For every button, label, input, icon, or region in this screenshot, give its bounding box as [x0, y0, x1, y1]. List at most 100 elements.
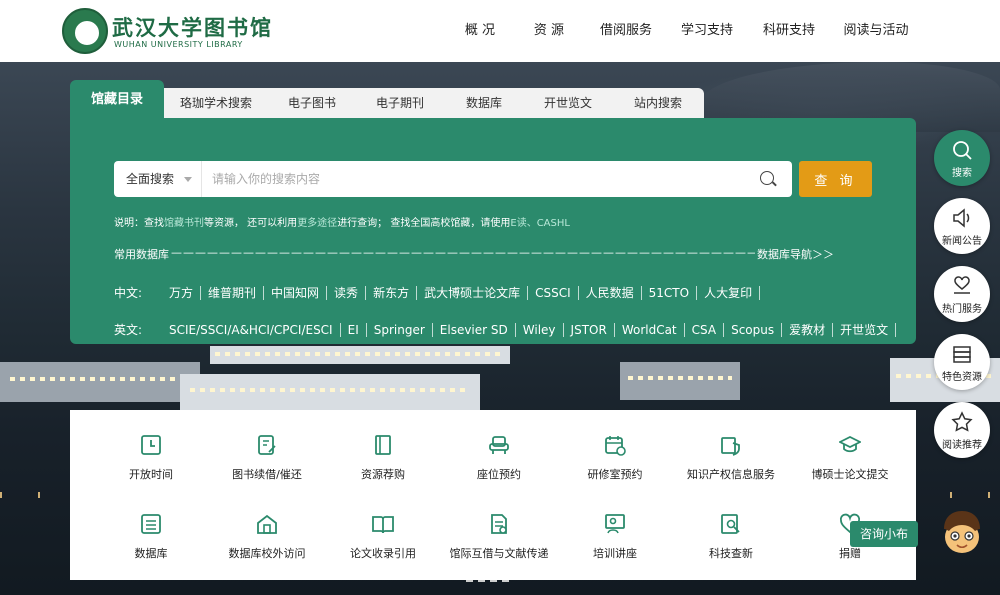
book-icon — [375, 435, 391, 455]
search-icon — [953, 141, 972, 160]
service-label: 知识产权信息服务 — [687, 468, 775, 481]
db-link-wos[interactable]: SCIE/SSCI/A&HCI/CPCI/ESCI — [162, 322, 341, 337]
service-label: 研修室预约 — [587, 468, 643, 481]
tab-ebooks[interactable]: 电子图书 — [268, 88, 356, 118]
db-link-csa[interactable]: CSA — [685, 322, 725, 337]
service-study-room-booking[interactable]: 研修室预约 — [555, 434, 675, 482]
open-book-icon — [372, 516, 394, 534]
nav-resources[interactable]: 资 源 — [512, 0, 586, 62]
carousel-indicators — [466, 580, 514, 582]
search-document-icon — [721, 514, 740, 534]
tab-databases[interactable]: 数据库 — [444, 88, 524, 118]
nav-research-support[interactable]: 科研支持 — [748, 0, 830, 62]
service-label: 数据库 — [134, 547, 168, 560]
building-windows — [10, 377, 190, 381]
search-input[interactable] — [212, 167, 742, 191]
tab-luojia-search[interactable]: 珞珈学术搜索 — [164, 88, 268, 118]
consult-button[interactable]: 咨询小布 — [850, 521, 918, 547]
service-opening-hours[interactable]: 开放时间 — [91, 434, 211, 482]
carousel-dot[interactable] — [466, 580, 473, 582]
tab-site-search[interactable]: 站内搜索 — [612, 88, 704, 118]
service-label: 座位预约 — [477, 468, 521, 481]
db-link-wanfang[interactable]: 万方 — [162, 285, 202, 300]
calendar-icon — [605, 436, 626, 456]
db-link-whu-theses[interactable]: 武大博硕士论文库 — [417, 285, 529, 300]
carousel-dot[interactable] — [490, 580, 497, 582]
building-windows — [190, 388, 470, 392]
service-renew[interactable]: 图书续借/催还 — [207, 434, 327, 482]
sidebar-hot-services-button[interactable]: 热门服务 — [934, 266, 990, 322]
db-link-vip[interactable]: 维普期刊 — [201, 285, 265, 300]
service-training[interactable]: 培训讲座 — [555, 513, 675, 561]
sidebar-news-button[interactable]: 新闻公告 — [934, 198, 990, 254]
sidebar-special-resources-button[interactable]: 特色资源 — [934, 334, 990, 390]
clock-icon — [141, 435, 161, 455]
service-citation[interactable]: 论文收录引用 — [323, 513, 443, 561]
sidebar-search-button[interactable]: 搜索 — [934, 130, 990, 186]
carousel-dot[interactable] — [502, 580, 509, 582]
service-novelty-search[interactable]: 科技查新 — [671, 513, 791, 561]
db-link-ijiaocai[interactable]: 爱教材 — [782, 322, 834, 337]
main-nav: 概 况 资 源 借阅服务 学习支持 科研支持 阅读与活动 — [448, 0, 922, 62]
sidebar-label: 阅读推荐 — [942, 440, 982, 451]
carousel-dot[interactable] — [478, 580, 485, 582]
sidebar-label: 新闻公告 — [942, 236, 982, 247]
services-grid: 开放时间 图书续借/催还 资源荐购 座位预约 研修室预约 知识产权信息服务 博硕… — [70, 410, 916, 580]
heart-hand-icon — [954, 276, 970, 294]
search-icon[interactable] — [760, 171, 774, 185]
building — [620, 362, 740, 400]
db-link-xdf[interactable]: 新东方 — [366, 285, 418, 300]
search-scope-value: 全面搜索 — [126, 172, 175, 186]
nav-overview[interactable]: 概 况 — [448, 0, 512, 62]
hint-link-more-ways[interactable]: 更多途径 — [297, 218, 337, 229]
db-link-scopus[interactable]: Scopus — [724, 322, 783, 337]
db-link-people-data[interactable]: 人民数据 — [579, 285, 642, 300]
mascot-avatar-icon[interactable] — [938, 509, 986, 559]
search-scope-select[interactable]: 全面搜索 — [114, 161, 202, 197]
db-link-51cto[interactable]: 51CTO — [642, 285, 698, 300]
tab-kaishi[interactable]: 开世览文 — [524, 88, 612, 118]
db-link-elsevier[interactable]: Elsevier SD — [433, 322, 516, 337]
nav-reading-events[interactable]: 阅读与活动 — [830, 0, 922, 62]
library-logo[interactable]: 武汉大学图书馆 WUHAN UNIVERSITY LIBRARY — [62, 8, 271, 54]
database-navigation-link[interactable]: 数据库导航＞＞ — [757, 246, 834, 262]
db-link-jstor[interactable]: JSTOR — [564, 322, 615, 337]
tab-catalog[interactable]: 馆藏目录 — [70, 80, 164, 120]
db-link-cssci[interactable]: CSSCI — [528, 285, 579, 300]
tab-ejournals[interactable]: 电子期刊 — [356, 88, 444, 118]
graduation-cap-icon — [839, 435, 861, 453]
sidebar-reading-recommend-button[interactable]: 阅读推荐 — [934, 402, 990, 458]
db-link-ruc-reprint[interactable]: 人大复印 — [697, 285, 761, 300]
hint-text: 进行查询； 查找全国高校馆藏，请使用 — [337, 218, 511, 229]
books-icon — [953, 346, 971, 363]
db-link-kaishi[interactable]: 开世览文 — [833, 322, 897, 337]
service-seat-booking[interactable]: 座位预约 — [439, 434, 559, 482]
service-thesis-submission[interactable]: 博硕士论文提交 — [790, 434, 910, 482]
db-link-ei[interactable]: EI — [341, 322, 367, 337]
nav-borrowing[interactable]: 借阅服务 — [586, 0, 666, 62]
db-link-worldcat[interactable]: WorldCat — [615, 322, 685, 337]
chinese-label: 中文: — [114, 286, 143, 300]
nav-learning-support[interactable]: 学习支持 — [666, 0, 748, 62]
search-panel: 全面搜索 查 询 说明：查找馆藏书刊等资源， 还可以利用更多途径进行查询； 查找… — [70, 118, 916, 344]
university-seal-icon — [62, 8, 108, 54]
service-interlibrary-loan[interactable]: 馆际互借与文献传递 — [439, 513, 559, 561]
service-off-campus-access[interactable]: 数据库校外访问 — [207, 513, 327, 561]
service-label: 捐赠 — [839, 547, 861, 560]
star-icon — [951, 411, 973, 432]
english-label: 英文: — [114, 323, 143, 337]
db-link-duxiu[interactable]: 读秀 — [327, 285, 367, 300]
renew-icon — [258, 435, 276, 455]
db-link-cnki[interactable]: 中国知网 — [264, 285, 328, 300]
db-link-springer[interactable]: Springer — [367, 322, 433, 337]
db-link-wiley[interactable]: Wiley — [516, 322, 564, 337]
sidebar-label: 热门服务 — [942, 304, 982, 315]
service-recommend-purchase[interactable]: 资源荐购 — [323, 434, 443, 482]
sidebar-label: 搜索 — [952, 168, 972, 179]
search-button[interactable]: 查 询 — [799, 161, 872, 197]
service-ip-info[interactable]: 知识产权信息服务 — [671, 434, 791, 482]
common-db-label: 常用数据库 — [114, 248, 169, 261]
hint-link-edu-cashl[interactable]: E读、CASHL — [510, 218, 570, 229]
service-databases[interactable]: 数据库 — [91, 513, 211, 561]
hint-link-holdings[interactable]: 馆藏书刊 — [164, 218, 204, 229]
